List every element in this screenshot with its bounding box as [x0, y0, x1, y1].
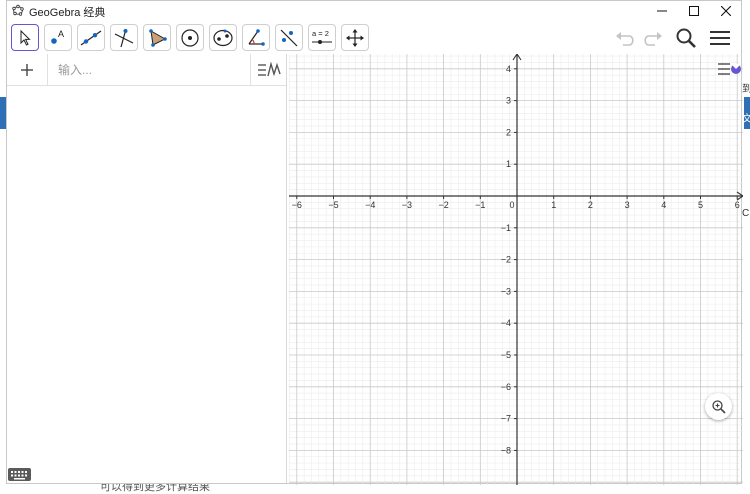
algebra-input-row [7, 54, 286, 86]
algebra-input[interactable] [47, 54, 250, 85]
search-button[interactable] [674, 24, 698, 51]
graphics-view[interactable]: −6 −5 −4 −3 −2 −1 0 1 2 3 4 5 6 4 3 2 1 −1 −2 −3 −4 −5 −6 −7 −8 [289, 54, 743, 485]
perpendicular-tool[interactable] [110, 24, 138, 51]
ellipse-tool[interactable] [209, 24, 237, 51]
geogebra-logo-icon [12, 4, 24, 16]
move-view-tool[interactable] [341, 24, 369, 51]
title-bar[interactable]: GeoGebra 经典 [7, 1, 741, 21]
x-tick-label: 1 [551, 200, 556, 210]
main-menu-button[interactable] [708, 24, 732, 51]
background-text: 到 [742, 84, 750, 95]
minimize-button[interactable] [645, 1, 679, 21]
y-tick-label: −5 [501, 350, 511, 360]
window-title: GeoGebra 经典 [29, 7, 106, 19]
major-grid [289, 54, 743, 485]
x-tick-label: −4 [365, 200, 375, 210]
zoom-button[interactable] [705, 393, 732, 420]
slider-icon: a = 2 [312, 29, 332, 44]
x-tick-label: 6 [735, 200, 740, 210]
axes [289, 54, 743, 485]
polygon-tool[interactable] [143, 24, 171, 51]
y-tick-label: −2 [501, 255, 511, 265]
style-bar-toggle-icon [718, 63, 741, 75]
y-tick-label: 1 [506, 159, 511, 169]
keyboard-button[interactable] [8, 468, 31, 481]
y-tick-label: −1 [501, 223, 511, 233]
maximize-icon [689, 6, 699, 16]
redo-icon [644, 31, 662, 46]
circle-tool[interactable] [176, 24, 204, 51]
polygon-icon [149, 28, 167, 47]
reflect-about-line-icon [280, 29, 298, 46]
y-tick-label: 2 [506, 127, 511, 137]
background-text: C [742, 208, 750, 219]
x-tick-label: 5 [698, 200, 703, 210]
x-tick-label: −1 [475, 200, 485, 210]
move-tool[interactable] [11, 24, 39, 51]
toolbar: A a = 2 [7, 21, 741, 54]
search-icon [676, 28, 696, 48]
ellipse-icon [213, 29, 233, 46]
y-tick-label: −3 [501, 286, 511, 296]
line-through-points-icon [80, 30, 102, 45]
svg-text:A: A [58, 29, 64, 39]
angle-tool[interactable] [242, 24, 270, 51]
y-tick-label: 3 [506, 96, 511, 106]
algebra-view [7, 54, 287, 483]
close-button[interactable] [709, 1, 743, 21]
x-tick-label: −5 [328, 200, 338, 210]
zoom-in-icon [711, 399, 726, 414]
close-icon [721, 6, 731, 16]
background-text: 文 [742, 114, 750, 125]
undo-button[interactable] [614, 24, 638, 51]
x-tick-label: 2 [588, 200, 593, 210]
plus-icon [21, 63, 33, 76]
redo-button[interactable] [640, 24, 664, 51]
slider-tool-label: a = 2 [312, 29, 329, 38]
x-tick-label: 3 [625, 200, 630, 210]
y-tick-label: 4 [506, 64, 511, 74]
angle-icon [248, 28, 265, 46]
slider-tool[interactable]: a = 2 [308, 24, 336, 51]
maximize-button[interactable] [677, 1, 711, 21]
point-tool[interactable]: A [44, 24, 72, 51]
x-tick-label: 0 [509, 200, 514, 210]
circle-center-point-icon [181, 28, 199, 47]
geogebra-window: GeoGebra 经典 A a = 2 输入... −6 −5 −4 −3 −2… [6, 0, 745, 485]
add-item-button[interactable] [7, 54, 47, 85]
arrow-cursor-icon [20, 29, 31, 46]
undo-icon [616, 31, 634, 46]
x-tick-label: −3 [402, 200, 412, 210]
x-tick-label: −2 [438, 200, 448, 210]
algebra-sort-icon [257, 61, 281, 76]
y-tick-label: −8 [501, 445, 511, 455]
algebra-view-menu-button[interactable] [250, 54, 286, 85]
y-tick-label: −7 [501, 414, 511, 424]
line-tool[interactable] [77, 24, 105, 51]
perpendicular-line-icon [114, 28, 134, 47]
keyboard-icon [11, 471, 27, 480]
x-tick-label: −6 [292, 200, 302, 210]
minor-grid [289, 54, 743, 485]
graphics-style-bar-button[interactable] [715, 57, 745, 81]
reflect-tool[interactable] [275, 24, 303, 51]
minimize-icon [657, 10, 667, 12]
hamburger-menu-icon [710, 30, 730, 45]
move-graphics-view-icon [346, 28, 364, 47]
y-tick-label: −4 [501, 318, 511, 328]
y-tick-label: −6 [501, 382, 511, 392]
x-tick-label: 4 [661, 200, 666, 210]
point-icon: A [51, 29, 64, 44]
algebra-input-field[interactable] [56, 54, 250, 85]
